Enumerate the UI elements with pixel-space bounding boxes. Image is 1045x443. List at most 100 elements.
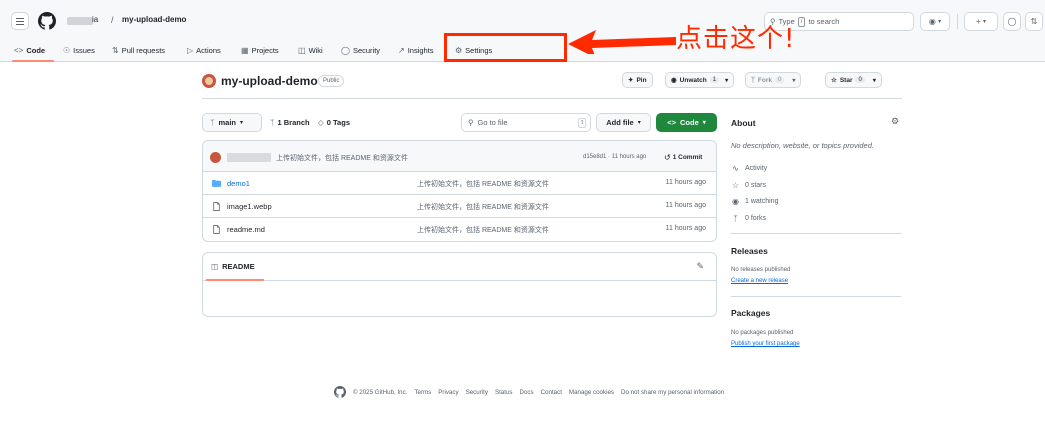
committer-avatar[interactable] bbox=[210, 152, 221, 163]
tab-pull-requests[interactable]: ⇅ Pull requests bbox=[112, 41, 165, 59]
annotation-text: 点击这个! bbox=[676, 24, 796, 54]
readme-panel: ◫ README ✎ bbox=[202, 252, 717, 317]
gear-icon[interactable]: ⚙ bbox=[891, 116, 899, 127]
pin-button[interactable]: ✦ Pin bbox=[622, 72, 653, 88]
file-name[interactable]: demo1 bbox=[227, 179, 250, 188]
unwatch-button[interactable]: ◉ Unwatch 1 ▾ bbox=[665, 72, 735, 88]
chevron-down-icon: ▾ bbox=[792, 77, 796, 84]
file-table: 上传初始文件，包括 README 和资源文件 d15e8d1 · 11 hour… bbox=[202, 140, 717, 242]
tab-actions[interactable]: ▷ Actions bbox=[187, 41, 221, 59]
folder-icon bbox=[212, 179, 221, 187]
pin-icon: ✦ bbox=[628, 77, 634, 84]
hamburger-icon[interactable] bbox=[11, 12, 29, 30]
footer-link-do-not-share[interactable]: Do not share my personal information bbox=[621, 389, 724, 396]
add-file-button[interactable]: Add file ▾ bbox=[596, 113, 651, 132]
tab-insights[interactable]: ↗ Insights bbox=[398, 41, 434, 59]
publish-package-link[interactable]: Publish your first package bbox=[731, 341, 800, 347]
footer-link-cookies[interactable]: Manage cookies bbox=[569, 389, 614, 396]
star-icon: ☆ bbox=[831, 77, 837, 84]
latest-commit-message[interactable]: 上传初始文件，包括 README 和资源文件 bbox=[276, 153, 408, 163]
footer-link-docs[interactable]: Docs bbox=[519, 389, 533, 396]
file-commit-message[interactable]: 上传初始文件，包括 README 和资源文件 bbox=[417, 179, 549, 189]
tab-security[interactable]: ◯ Security bbox=[341, 41, 380, 59]
graph-icon: ↗ bbox=[398, 45, 405, 55]
branch-icon: ᛉ bbox=[210, 118, 215, 127]
file-commit-message[interactable]: 上传初始文件，包括 README 和资源文件 bbox=[417, 202, 549, 212]
footer-link-status[interactable]: Status bbox=[495, 389, 513, 396]
copilot-button[interactable]: ◉ ▾ bbox=[920, 12, 950, 31]
chevron-down-icon: ▾ bbox=[982, 19, 986, 25]
pin-label: Pin bbox=[636, 76, 647, 84]
footer-link-contact[interactable]: Contact bbox=[541, 389, 562, 396]
owner-avatar[interactable] bbox=[202, 74, 216, 88]
tab-wiki-label: Wiki bbox=[308, 45, 323, 55]
go-to-file-input[interactable]: ⚲ Go to file t bbox=[461, 113, 591, 132]
file-row-readme[interactable]: readme.md 上传初始文件，包括 README 和资源文件 11 hour… bbox=[203, 218, 716, 241]
stars-link[interactable]: ☆ 0 stars bbox=[731, 181, 766, 190]
readme-title: README bbox=[222, 262, 255, 271]
tab-code[interactable]: <> Code bbox=[14, 41, 45, 59]
latest-commit-hash[interactable]: d15e8d1 · 11 hours ago bbox=[583, 154, 646, 160]
tab-issues[interactable]: ☉ Issues bbox=[63, 41, 95, 59]
file-row-image1[interactable]: image1.webp 上传初始文件，包括 README 和资源文件 11 ho… bbox=[203, 195, 716, 218]
go-to-file-placeholder: Go to file bbox=[477, 118, 508, 127]
plus-icon: + bbox=[976, 17, 981, 26]
github-logo[interactable] bbox=[38, 12, 56, 30]
pull-requests-icon[interactable]: ⇅ bbox=[1025, 12, 1043, 31]
footer-copyright: © 2025 GitHub, Inc. bbox=[353, 388, 408, 396]
activity-link[interactable]: ∿ Activity bbox=[731, 164, 767, 173]
readme-tab[interactable]: ◫ README bbox=[211, 262, 255, 271]
star-button[interactable]: ☆ Star 0 ▾ bbox=[825, 72, 882, 88]
packages-heading[interactable]: Packages bbox=[731, 308, 770, 318]
tab-projects[interactable]: ▦ Projects bbox=[241, 41, 279, 59]
branches-link[interactable]: ᛉ 1 Branch bbox=[270, 118, 310, 127]
tab-code-label: Code bbox=[26, 45, 46, 55]
star-label: Star bbox=[839, 76, 853, 84]
table-icon: ▦ bbox=[241, 45, 249, 55]
file-row-demo1[interactable]: demo1 上传初始文件，包括 README 和资源文件 11 hours ag… bbox=[203, 172, 716, 195]
about-heading: About bbox=[731, 118, 756, 128]
file-name[interactable]: readme.md bbox=[227, 225, 265, 234]
add-file-label: Add file bbox=[606, 118, 634, 127]
copilot-icon: ◉ bbox=[928, 17, 936, 26]
history-icon: ↺ bbox=[664, 153, 671, 162]
latest-commit-row: 上传初始文件，包括 README 和资源文件 d15e8d1 · 11 hour… bbox=[203, 141, 716, 172]
create-release-link[interactable]: Create a new release bbox=[731, 278, 788, 284]
tags-link[interactable]: ◇ 0 Tags bbox=[318, 118, 350, 127]
go-to-file-shortcut: t bbox=[578, 118, 586, 128]
tab-wiki[interactable]: ◫ Wiki bbox=[298, 41, 323, 59]
file-name[interactable]: image1.webp bbox=[227, 202, 272, 211]
footer-link-terms[interactable]: Terms bbox=[414, 389, 431, 396]
about-description: No description, website, or topics provi… bbox=[731, 141, 874, 150]
pencil-icon[interactable]: ✎ bbox=[696, 261, 704, 272]
owner-name[interactable]: ia bbox=[92, 15, 98, 24]
commits-link[interactable]: ↺ 1 Commit bbox=[664, 153, 702, 162]
file-commit-message[interactable]: 上传初始文件，包括 README 和资源文件 bbox=[417, 225, 549, 235]
stars-label: 0 stars bbox=[745, 182, 767, 189]
issues-icon[interactable]: ◯ bbox=[1003, 12, 1021, 31]
footer-link-security[interactable]: Security bbox=[466, 389, 488, 396]
tab-issues-label: Issues bbox=[73, 45, 95, 55]
file-commit-time: 11 hours ago bbox=[665, 179, 706, 186]
branch-select[interactable]: ᛉ main ▾ bbox=[202, 113, 262, 132]
fork-icon: ᛉ bbox=[733, 214, 738, 223]
commit-count: 1 Commit bbox=[672, 154, 703, 161]
eye-icon: ◉ bbox=[732, 197, 739, 206]
footer: © 2025 GitHub, Inc. Terms Privacy Securi… bbox=[334, 386, 724, 398]
code-button[interactable]: <> Code ▾ bbox=[656, 113, 717, 132]
breadcrumb-repo[interactable]: my-upload-demo bbox=[122, 15, 186, 24]
create-new-button[interactable]: + ▾ bbox=[964, 12, 998, 31]
tab-security-label: Security bbox=[352, 45, 381, 55]
file-commit-time: 11 hours ago bbox=[665, 225, 706, 232]
tab-projects-label: Projects bbox=[251, 45, 279, 55]
footer-link-privacy[interactable]: Privacy bbox=[438, 389, 458, 396]
forks-link[interactable]: ᛉ 0 forks bbox=[731, 214, 766, 223]
search-suffix: to search bbox=[808, 17, 840, 26]
watching-link[interactable]: ◉ 1 watching bbox=[731, 197, 778, 206]
chevron-down-icon: ▾ bbox=[702, 120, 706, 126]
releases-heading[interactable]: Releases bbox=[731, 246, 768, 256]
fork-button[interactable]: ᛉ Fork 0 ▾ bbox=[745, 72, 802, 88]
github-logo[interactable] bbox=[334, 386, 346, 398]
book-icon: ◫ bbox=[298, 45, 306, 55]
repo-title[interactable]: my-upload-demo bbox=[221, 74, 318, 88]
